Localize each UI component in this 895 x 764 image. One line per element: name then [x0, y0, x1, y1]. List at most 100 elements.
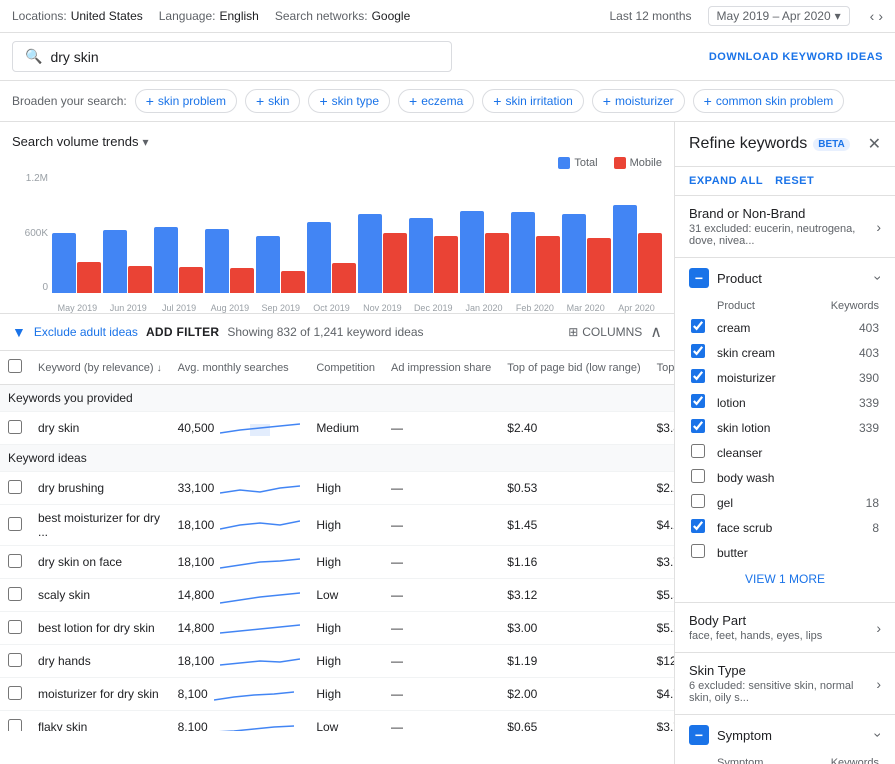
- row-checkbox[interactable]: [8, 653, 22, 667]
- date-range-selector[interactable]: May 2019 – Apr 2020 ▾: [708, 6, 850, 26]
- chart-title: Search volume trends: [12, 134, 138, 149]
- bar-group-3: [205, 229, 254, 293]
- expand-all-button[interactable]: EXPAND ALL: [689, 175, 763, 187]
- row-checkbox[interactable]: [8, 517, 22, 531]
- chip-eczema[interactable]: + eczema: [398, 89, 474, 113]
- bar-group-10: [562, 214, 611, 293]
- bar-group-11: [613, 205, 662, 293]
- search-box[interactable]: 🔍 dry skin: [12, 41, 452, 72]
- chip-skin-type[interactable]: + skin type: [308, 89, 390, 113]
- view-more-product[interactable]: VIEW 1 MORE: [689, 566, 881, 592]
- prev-period-button[interactable]: ‹: [870, 8, 875, 24]
- bar-group-4: [256, 236, 305, 293]
- exclude-adult-link[interactable]: Exclude adult ideas: [34, 325, 138, 339]
- col-searches: Avg. monthly searches: [170, 351, 309, 385]
- close-refine-button[interactable]: ✕: [868, 134, 881, 154]
- filter-checkbox[interactable]: [691, 344, 705, 358]
- bar-blue-3: [205, 229, 229, 293]
- filter-checkbox[interactable]: [691, 419, 705, 433]
- columns-button[interactable]: ⊞ COLUMNS: [568, 325, 642, 339]
- filter-checkbox[interactable]: [691, 544, 705, 558]
- filter-checkbox[interactable]: [691, 444, 705, 458]
- networks-label: Search networks: Google: [275, 9, 410, 23]
- bar-red-4: [281, 271, 305, 293]
- bar-group-9: [511, 212, 560, 293]
- add-filter-button[interactable]: ADD FILTER: [146, 325, 219, 339]
- chip-skin[interactable]: + skin: [245, 89, 301, 113]
- refine-section-symptom: − Symptom › Symptom Keywords dryness 69 …: [675, 715, 895, 764]
- bar-blue-0: [52, 233, 76, 294]
- symptom-minus-button[interactable]: −: [689, 725, 709, 745]
- chart-dropdown[interactable]: ▾: [142, 135, 148, 149]
- top-bar: Locations: United States Language: Engli…: [0, 0, 895, 33]
- bar-blue-10: [562, 214, 586, 293]
- filter-checkbox[interactable]: [691, 369, 705, 383]
- row-checkbox[interactable]: [8, 587, 22, 601]
- next-period-button[interactable]: ›: [878, 8, 883, 24]
- section-provided: Keywords you provided: [0, 385, 674, 412]
- list-item: face scrub 8: [691, 516, 879, 539]
- list-item: gel 18: [691, 491, 879, 514]
- product-minus-button[interactable]: −: [689, 268, 709, 288]
- refine-symptom-header[interactable]: − Symptom ›: [675, 715, 895, 749]
- col-bid-low: Top of page bid (low range): [499, 351, 648, 385]
- refine-actions: EXPAND ALL RESET: [675, 167, 895, 196]
- refine-product-header[interactable]: − Product ›: [675, 258, 895, 292]
- row-checkbox[interactable]: [8, 620, 22, 634]
- bar-group-5: [307, 222, 356, 294]
- section-ideas: Keyword ideas: [0, 445, 674, 472]
- row-checkbox[interactable]: [8, 554, 22, 568]
- list-item: butter: [691, 541, 879, 564]
- row-checkbox[interactable]: [8, 480, 22, 494]
- chip-common-skin[interactable]: + common skin problem: [693, 89, 845, 113]
- collapse-chart-button[interactable]: ∧: [650, 322, 662, 342]
- chart-xaxis: May 2019Jun 2019Jul 2019Aug 2019Sep 2019…: [52, 303, 662, 313]
- refine-brand-header[interactable]: Brand or Non-Brand 31 excluded: eucerin,…: [675, 196, 895, 257]
- keyword-table: Keyword (by relevance) ↓ Avg. monthly se…: [0, 351, 674, 731]
- beta-badge: BETA: [813, 138, 849, 151]
- col-impression: Ad impression share: [383, 351, 499, 385]
- col-competition: Competition: [308, 351, 383, 385]
- search-icon: 🔍: [25, 48, 42, 65]
- refine-skintype-header[interactable]: Skin Type 6 excluded: sensitive skin, no…: [675, 653, 895, 714]
- chip-moisturizer[interactable]: + moisturizer: [592, 89, 685, 113]
- columns-icon: ⊞: [568, 325, 578, 339]
- select-all-checkbox[interactable]: [8, 359, 22, 373]
- symptom-chevron-icon: ›: [871, 733, 887, 738]
- filter-row: ▼ Exclude adult ideas ADD FILTER Showing…: [0, 314, 674, 351]
- list-item: cleanser: [691, 441, 879, 464]
- filter-checkbox[interactable]: [691, 394, 705, 408]
- filter-checkbox[interactable]: [691, 494, 705, 508]
- bar-group-0: [52, 233, 101, 294]
- row-checkbox[interactable]: [8, 719, 22, 732]
- main-layout: Search volume trends ▾ Total Mobile 1.2M…: [0, 122, 895, 764]
- table-row: dry hands 18,100 High — $1.19 $12.65: [0, 645, 674, 678]
- refine-body-header[interactable]: Body Part face, feet, hands, eyes, lips …: [675, 603, 895, 652]
- product-chevron-icon: ›: [871, 276, 887, 281]
- filter-checkbox[interactable]: [691, 469, 705, 483]
- search-query: dry skin: [50, 49, 98, 65]
- language-label: Language: English: [159, 9, 259, 23]
- chart-container: 1.2M 600K 0 May 2019Jun 2019Jul 2019Aug …: [12, 173, 662, 313]
- legend-mobile: Mobile: [614, 157, 662, 169]
- download-button[interactable]: DOWNLOAD KEYWORD IDEAS: [709, 51, 883, 63]
- chip-skin-problem[interactable]: + skin problem: [135, 89, 237, 113]
- row-checkbox[interactable]: [8, 420, 22, 434]
- chevron-down-icon: ▾: [835, 9, 841, 23]
- bar-blue-7: [409, 218, 433, 293]
- filter-checkbox[interactable]: [691, 319, 705, 333]
- row-checkbox[interactable]: [8, 686, 22, 700]
- reset-button[interactable]: RESET: [775, 175, 814, 187]
- bar-red-5: [332, 263, 356, 293]
- chip-skin-irritation[interactable]: + skin irritation: [482, 89, 584, 113]
- bar-group-1: [103, 230, 152, 293]
- filter-icon: ▼: [12, 324, 26, 340]
- bar-group-7: [409, 218, 458, 293]
- sort-keyword-icon[interactable]: ↓: [157, 363, 162, 374]
- legend-total: Total: [558, 157, 597, 169]
- bar-blue-9: [511, 212, 535, 293]
- skintype-chevron-icon: ›: [876, 676, 881, 692]
- filter-checkbox[interactable]: [691, 519, 705, 533]
- left-panel: Search volume trends ▾ Total Mobile 1.2M…: [0, 122, 675, 764]
- list-item: moisturizer 390: [691, 366, 879, 389]
